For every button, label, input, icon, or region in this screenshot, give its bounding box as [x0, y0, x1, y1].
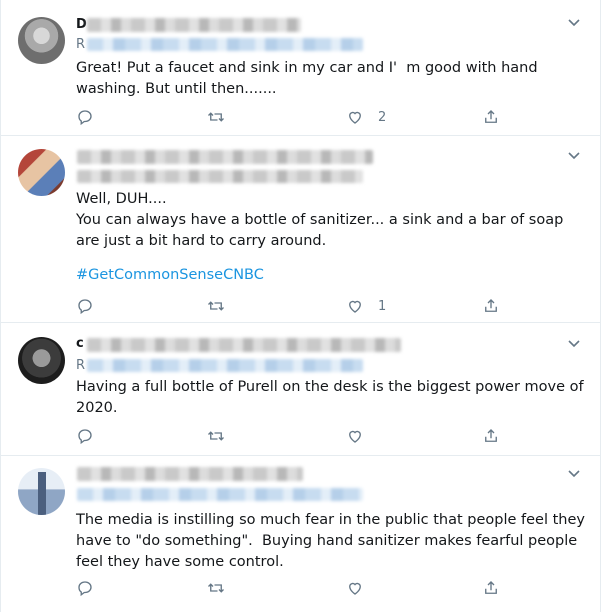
- chevron-down-icon[interactable]: [568, 340, 580, 348]
- reply-context-initial: R: [76, 358, 86, 373]
- share-icon: [485, 429, 497, 442]
- like-icon: [349, 430, 361, 443]
- reply-button[interactable]: [76, 426, 94, 446]
- tweet-text: Well, DUH.... You can always have a bott…: [76, 191, 564, 249]
- tweet-actions: [76, 426, 516, 446]
- share-button[interactable]: [482, 426, 500, 446]
- redacted-display-name: [87, 18, 301, 32]
- chevron-down-icon[interactable]: [568, 470, 580, 478]
- tweet[interactable]: c R Having a full bottle of Purell on th…: [1, 323, 600, 456]
- share-icon: [485, 110, 497, 123]
- like-icon: [349, 300, 361, 313]
- like-button[interactable]: 1: [346, 296, 386, 316]
- retweet-button[interactable]: [207, 296, 225, 316]
- tweet-actions: 2: [76, 107, 516, 127]
- tweet-text: Great! Put a faucet and sink in my car a…: [76, 60, 543, 97]
- user-avatar[interactable]: [18, 468, 65, 515]
- retweet-button[interactable]: [207, 107, 225, 127]
- redacted-reply-context: [87, 38, 363, 51]
- reply-button[interactable]: [76, 107, 94, 127]
- reply-button[interactable]: [76, 296, 94, 316]
- retweet-button[interactable]: [207, 578, 225, 598]
- share-button[interactable]: [482, 296, 500, 316]
- tweet-text: Having a full bottle of Purell on the de…: [76, 379, 589, 416]
- reply-icon: [78, 110, 92, 126]
- share-icon: [485, 581, 497, 594]
- user-avatar[interactable]: [18, 17, 65, 64]
- tweet[interactable]: Well, DUH.... You can always have a bott…: [1, 136, 600, 323]
- redacted-display-name: [77, 150, 373, 164]
- reply-context-initial: R: [76, 37, 86, 52]
- user-avatar[interactable]: [18, 149, 65, 196]
- reply-icon: [78, 429, 92, 445]
- retweet-icon: [208, 431, 224, 441]
- retweet-icon: [208, 301, 224, 311]
- share-button[interactable]: [482, 107, 500, 127]
- chevron-down-icon[interactable]: [568, 152, 580, 160]
- reply-icon: [78, 299, 92, 315]
- hashtag-link[interactable]: #GetCommonSenseCNBC: [76, 265, 588, 286]
- share-button[interactable]: [482, 578, 500, 598]
- like-button[interactable]: [346, 578, 378, 598]
- like-icon: [349, 582, 361, 595]
- reply-icon: [78, 581, 92, 597]
- redacted-display-name: [77, 467, 303, 481]
- like-button[interactable]: [346, 426, 378, 446]
- like-count: 1: [378, 298, 387, 314]
- display-name-initial[interactable]: c: [76, 336, 84, 351]
- tweet-actions: [76, 578, 516, 598]
- redacted-display-name: [87, 338, 401, 352]
- retweet-icon: [208, 112, 224, 122]
- redacted-reply-context: [77, 170, 363, 183]
- display-name-initial[interactable]: D: [76, 17, 87, 32]
- redacted-reply-context: [87, 359, 363, 372]
- tweet-actions: 1: [76, 296, 516, 316]
- retweet-icon: [208, 583, 224, 593]
- like-count: 2: [378, 109, 387, 125]
- tweet-text: The media is instilling so much fear in …: [76, 512, 590, 570]
- redacted-reply-context: [77, 488, 363, 501]
- tweet-feed: D R Great! Put a faucet and sink in my c…: [0, 0, 601, 612]
- user-avatar[interactable]: [18, 337, 65, 384]
- reply-button[interactable]: [76, 578, 94, 598]
- tweet[interactable]: D R Great! Put a faucet and sink in my c…: [1, 0, 600, 136]
- chevron-down-icon[interactable]: [568, 19, 580, 27]
- like-button[interactable]: 2: [346, 107, 386, 127]
- like-icon: [349, 111, 361, 124]
- tweet[interactable]: The media is instilling so much fear in …: [1, 456, 600, 612]
- retweet-button[interactable]: [207, 426, 225, 446]
- share-icon: [485, 299, 497, 312]
